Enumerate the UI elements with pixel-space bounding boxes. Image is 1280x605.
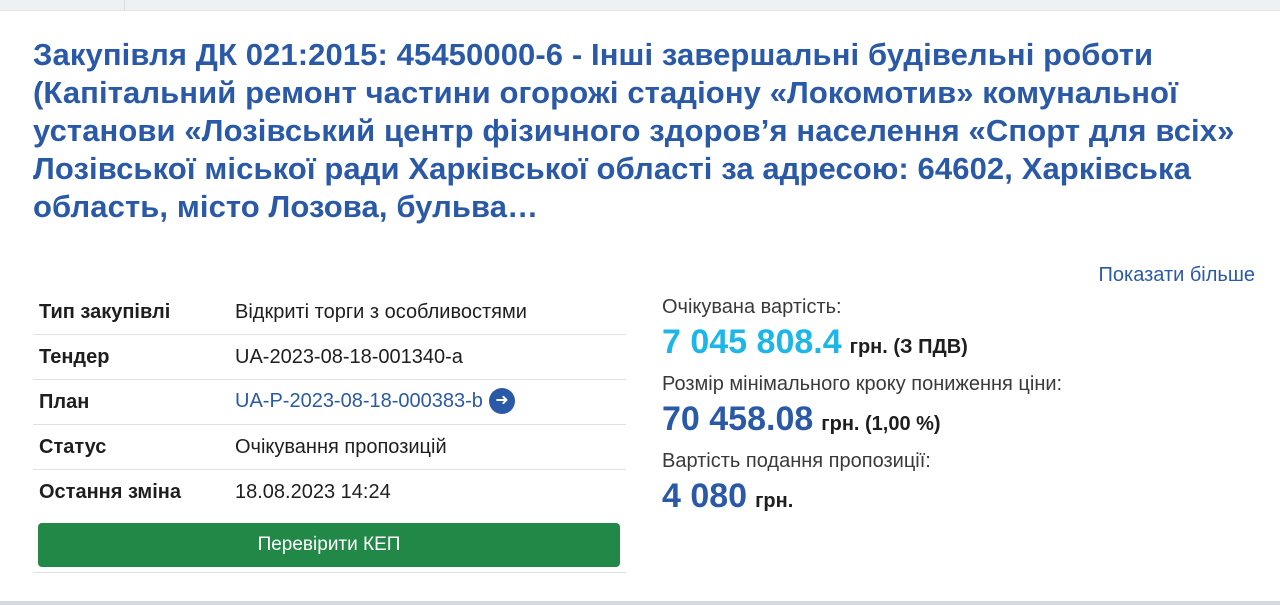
plan-label: План <box>33 379 229 425</box>
show-more-link[interactable]: Показати більше <box>1099 264 1255 287</box>
table-row: Остання зміна 18.08.2023 14:24 <box>33 469 626 514</box>
expected-cost-label: Очікувана вартість: <box>662 296 842 318</box>
plan-cell: UA-P-2023-08-18-000383-b ➜ <box>229 379 626 425</box>
min-step-label: Розмір мінімального кроку пониження ціни… <box>662 373 1063 395</box>
min-step-amount: 70 458.08 <box>662 400 814 438</box>
submission-cost-row: 4 080 грн. <box>662 477 1262 516</box>
expected-cost-unit: грн. (З ПДВ) <box>849 336 968 358</box>
table-row: План UA-P-2023-08-18-000383-b ➜ <box>33 379 626 425</box>
status-label: Статус <box>33 424 229 470</box>
bottom-bar <box>0 601 1280 605</box>
procurement-type-value: Відкриті торги з особливостями <box>235 300 527 323</box>
submission-cost-unit: грн. <box>755 490 794 512</box>
expected-cost-amount: 7 045 808.4 <box>662 323 842 361</box>
table-row: Статус Очікування пропозицій <box>33 424 626 470</box>
tender-info-table: Тип закупівлі Відкриті торги з особливос… <box>33 290 626 514</box>
status-value[interactable]: Очікування пропозицій <box>229 424 626 470</box>
tab-divider <box>124 0 125 10</box>
arrow-left-circle-icon[interactable]: ➜ <box>488 387 515 414</box>
procurement-type-label: Тип закупівлі <box>39 300 171 323</box>
browser-top-strip <box>0 0 1280 11</box>
submission-cost-amount: 4 080 <box>662 477 748 515</box>
tender-card: Закупівля ДК 021:2015: 45450000-6 - Інші… <box>0 11 1280 601</box>
tender-title: Закупівля ДК 021:2015: 45450000-6 - Інші… <box>33 37 1235 224</box>
expected-cost-row: 7 045 808.4 грн. (З ПДВ) <box>662 323 1262 362</box>
cost-summary: Очікувана вартість: 7 045 808.4 грн. (З П… <box>662 293 1262 524</box>
min-step-row: 70 458.08 грн. (1,00 %) <box>662 400 1262 439</box>
table-row: Тип закупівлі Відкриті торги з особливос… <box>33 290 626 335</box>
tender-label: Тендер <box>33 334 229 380</box>
verify-signature-button[interactable]: Перевірити КЕП <box>38 523 620 567</box>
submission-cost-label: Вартість подання пропозиції: <box>662 450 931 472</box>
divider <box>33 572 626 573</box>
table-row: Тендер UA-2023-08-18-001340-a <box>33 334 626 380</box>
plan-id-link[interactable]: UA-P-2023-08-18-000383-b <box>235 390 483 412</box>
last-change-value: 18.08.2023 14:24 <box>229 469 626 514</box>
last-change-label: Остання зміна <box>33 469 229 514</box>
min-step-unit: грн. (1,00 %) <box>821 413 941 435</box>
tender-id-value: UA-2023-08-18-001340-a <box>229 334 626 380</box>
